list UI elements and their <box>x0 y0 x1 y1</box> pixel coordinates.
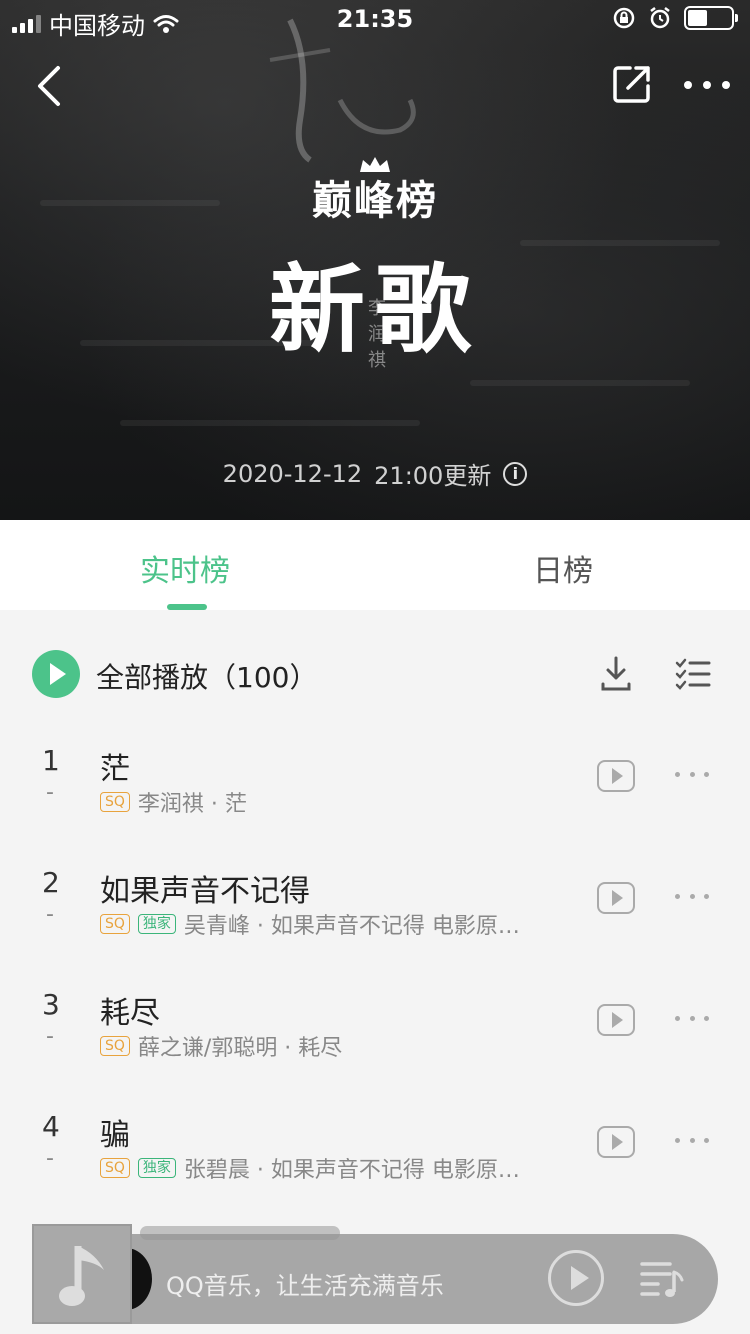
bg-stroke <box>120 420 420 426</box>
mv-icon[interactable] <box>597 1004 635 1036</box>
watermark-char: 祺 <box>368 350 386 371</box>
song-row[interactable]: 3 - 耗尽 SQ 薛之谦/郭聪明 · 耗尽 <box>0 988 750 1110</box>
more-dot <box>689 772 695 777</box>
status-right <box>612 6 738 30</box>
chart-tabs: 实时榜 日榜 <box>0 520 750 610</box>
more-dot <box>703 81 711 89</box>
rank-trend: - <box>46 1024 54 1049</box>
song-title: 耗尽 <box>100 996 160 1031</box>
playlist-icon[interactable] <box>640 1260 684 1300</box>
song-artist-album: 李润祺 · 茫 <box>137 792 247 817</box>
battery-icon <box>684 6 738 30</box>
sq-badge: SQ <box>100 792 130 812</box>
multiselect-icon[interactable] <box>675 658 711 690</box>
mini-player-text: QQ音乐，让生活充满音乐 <box>166 1272 444 1300</box>
chart-brand: 巅峰榜 <box>0 157 750 226</box>
rotation-lock-icon <box>613 7 635 29</box>
song-title: 如果声音不记得 <box>100 874 310 909</box>
info-icon[interactable]: i <box>503 461 528 486</box>
play-all-label[interactable]: 全部播放（100） <box>96 656 317 696</box>
artist-watermark: 李 润 祺 <box>366 296 388 374</box>
mini-play-button[interactable] <box>548 1250 604 1306</box>
song-meta: SQ 独家 张碧晨 · 如果声音不记得 电影原… <box>100 1152 580 1184</box>
music-note-icon <box>59 1246 104 1306</box>
bg-stroke <box>470 380 690 386</box>
list-header: 全部播放（100） <box>0 610 750 740</box>
exclusive-badge: 独家 <box>137 1158 176 1178</box>
tab-daily[interactable]: 日榜 <box>533 546 593 590</box>
more-dot <box>684 81 692 89</box>
song-artist-album: 吴青峰 · 如果声音不记得 电影原… <box>183 914 520 939</box>
chart-header: 中国移动 21:35 巅峰榜 新歌 李 润 祺 2020-12-12 21:00… <box>0 0 750 520</box>
more-dot <box>689 894 695 899</box>
sq-badge: SQ <box>100 1036 130 1056</box>
song-rank: 1 <box>42 744 60 777</box>
song-more-button[interactable] <box>675 772 709 778</box>
status-bar: 中国移动 21:35 <box>0 0 750 40</box>
song-artist-album: 薛之谦/郭聪明 · 耗尽 <box>137 1036 343 1061</box>
crown-icon <box>360 157 390 172</box>
song-more-button[interactable] <box>675 1016 709 1022</box>
sq-badge: SQ <box>100 914 130 934</box>
update-time: 21:00更新 <box>374 462 492 490</box>
watermark-char: 李 <box>368 298 386 319</box>
back-button[interactable] <box>30 64 70 108</box>
more-dot <box>675 772 680 777</box>
song-row[interactable]: 1 - 茫 SQ 李润祺 · 茫 <box>0 744 750 866</box>
sq-badge: SQ <box>100 1158 130 1178</box>
song-title: 茫 <box>100 752 130 787</box>
album-cover[interactable] <box>32 1224 132 1324</box>
more-dot <box>675 1016 680 1021</box>
share-button[interactable] <box>612 64 652 104</box>
more-dot <box>689 1016 695 1021</box>
brand-label: 巅峰榜 <box>312 178 438 224</box>
mv-icon[interactable] <box>597 1126 635 1158</box>
song-rank: 4 <box>42 1110 60 1143</box>
update-info: 2020-12-12 21:00更新 i <box>0 456 750 491</box>
battery-fill <box>688 10 707 26</box>
update-date: 2020-12-12 <box>222 459 363 488</box>
mv-icon[interactable] <box>597 882 635 914</box>
song-more-button[interactable] <box>675 1138 709 1144</box>
song-meta: SQ 独家 吴青峰 · 如果声音不记得 电影原… <box>100 908 580 940</box>
more-dot <box>675 1138 680 1143</box>
song-meta: SQ 薛之谦/郭聪明 · 耗尽 <box>100 1030 580 1062</box>
more-dot <box>722 81 730 89</box>
more-dot <box>689 1138 695 1143</box>
more-button[interactable] <box>684 76 730 94</box>
app-screen: 中国移动 21:35 巅峰榜 新歌 李 润 祺 2020-12-12 21:00… <box>0 0 750 1334</box>
song-rank: 3 <box>42 988 60 1021</box>
more-dot <box>704 1138 709 1143</box>
alarm-icon <box>650 7 670 29</box>
song-row[interactable]: 2 - 如果声音不记得 SQ 独家 吴青峰 · 如果声音不记得 电影原… <box>0 866 750 988</box>
more-dot <box>704 894 709 899</box>
song-title: 骗 <box>100 1118 130 1153</box>
tab-realtime[interactable]: 实时榜 <box>140 546 230 590</box>
rank-trend: - <box>46 780 54 805</box>
more-dot <box>704 1016 709 1021</box>
song-row[interactable]: 4 - 骗 SQ 独家 张碧晨 · 如果声音不记得 电影原… <box>0 1110 750 1232</box>
mv-icon[interactable] <box>597 760 635 792</box>
song-rank: 2 <box>42 866 60 899</box>
exclusive-badge: 独家 <box>137 914 176 934</box>
song-meta: SQ 李润祺 · 茫 <box>100 786 580 818</box>
more-dot <box>675 894 680 899</box>
download-icon[interactable] <box>600 656 632 692</box>
song-more-button[interactable] <box>675 894 709 900</box>
rank-trend: - <box>46 1146 54 1171</box>
watermark-char: 润 <box>368 324 386 345</box>
song-artist-album: 张碧晨 · 如果声音不记得 电影原… <box>183 1158 520 1183</box>
more-dot <box>704 772 709 777</box>
rank-trend: - <box>46 902 54 927</box>
play-all-button[interactable] <box>32 650 80 698</box>
